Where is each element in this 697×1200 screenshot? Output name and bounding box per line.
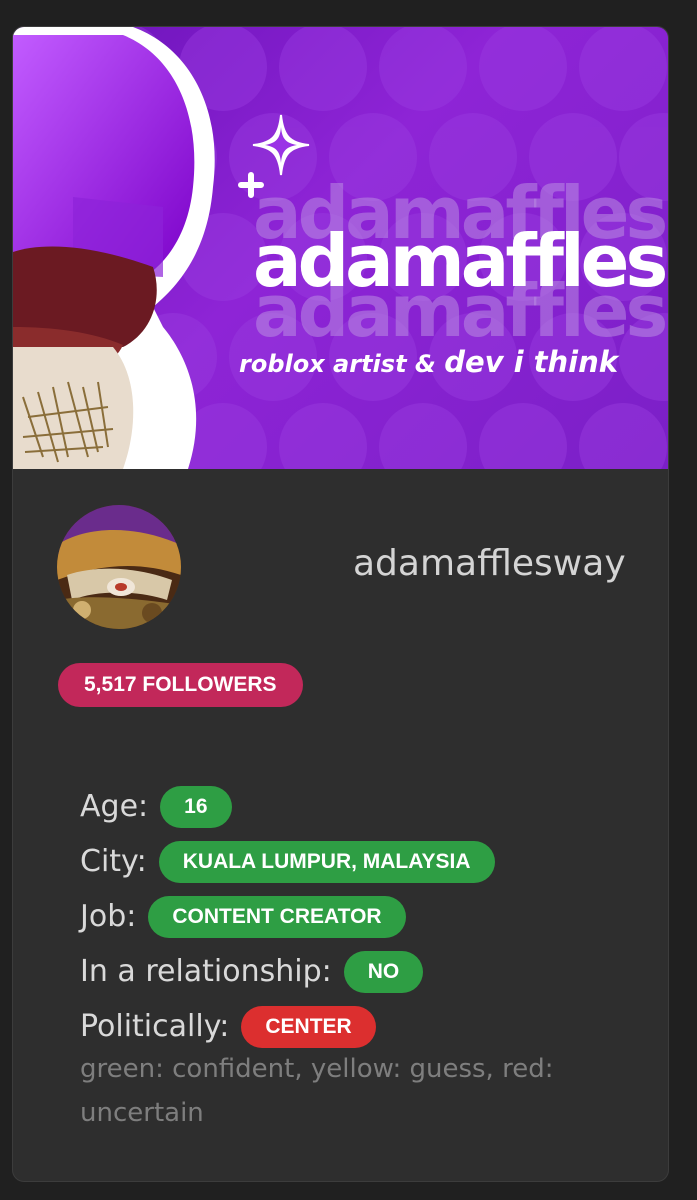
fact-row-city: City: KUALA LUMPUR, MALAYSIA [80,834,495,889]
username[interactable]: adamafflesway [353,543,626,584]
followers-badge[interactable]: 5,517 FOLLOWERS [58,663,303,707]
profile-banner: adamaffles adamaffles adamaffles roblox … [13,27,668,469]
fact-row-relationship: In a relationship: NO [80,944,495,999]
fact-row-job: Job: CONTENT CREATOR [80,889,495,944]
fact-label: Age: [80,789,149,824]
banner-tagline-dev: dev [444,345,504,379]
fact-label: Job: [80,899,137,934]
banner-tagline-suffix: i think [503,345,619,379]
fact-label: In a relationship: [80,954,332,989]
fact-value-badge: KUALA LUMPUR, MALAYSIA [158,840,495,883]
banner-tagline: roblox artist & dev i think [239,345,618,379]
confidence-legend: green: confident, yellow: guess, red: un… [80,1054,554,1128]
avatar[interactable] [57,505,181,629]
fact-value-badge: CENTER [241,1005,376,1048]
fact-value-badge: CONTENT CREATOR [148,895,406,938]
facts-list: Age: 16 City: KUALA LUMPUR, MALAYSIA Job… [80,779,495,1054]
fact-label: Politically: [80,1009,230,1044]
fact-value-badge: 16 [160,785,232,828]
fact-label: City: [80,844,147,879]
fact-row-age: Age: 16 [80,779,495,834]
fact-value-badge: NO [343,950,424,993]
fact-row-politics: Politically: CENTER [80,999,495,1054]
banner-tagline-prefix: roblox artist & [239,350,445,378]
avatar-artwork [57,505,181,629]
banner-title: adamaffles [253,219,668,303]
profile-card: adamaffles adamaffles adamaffles roblox … [12,26,669,1182]
